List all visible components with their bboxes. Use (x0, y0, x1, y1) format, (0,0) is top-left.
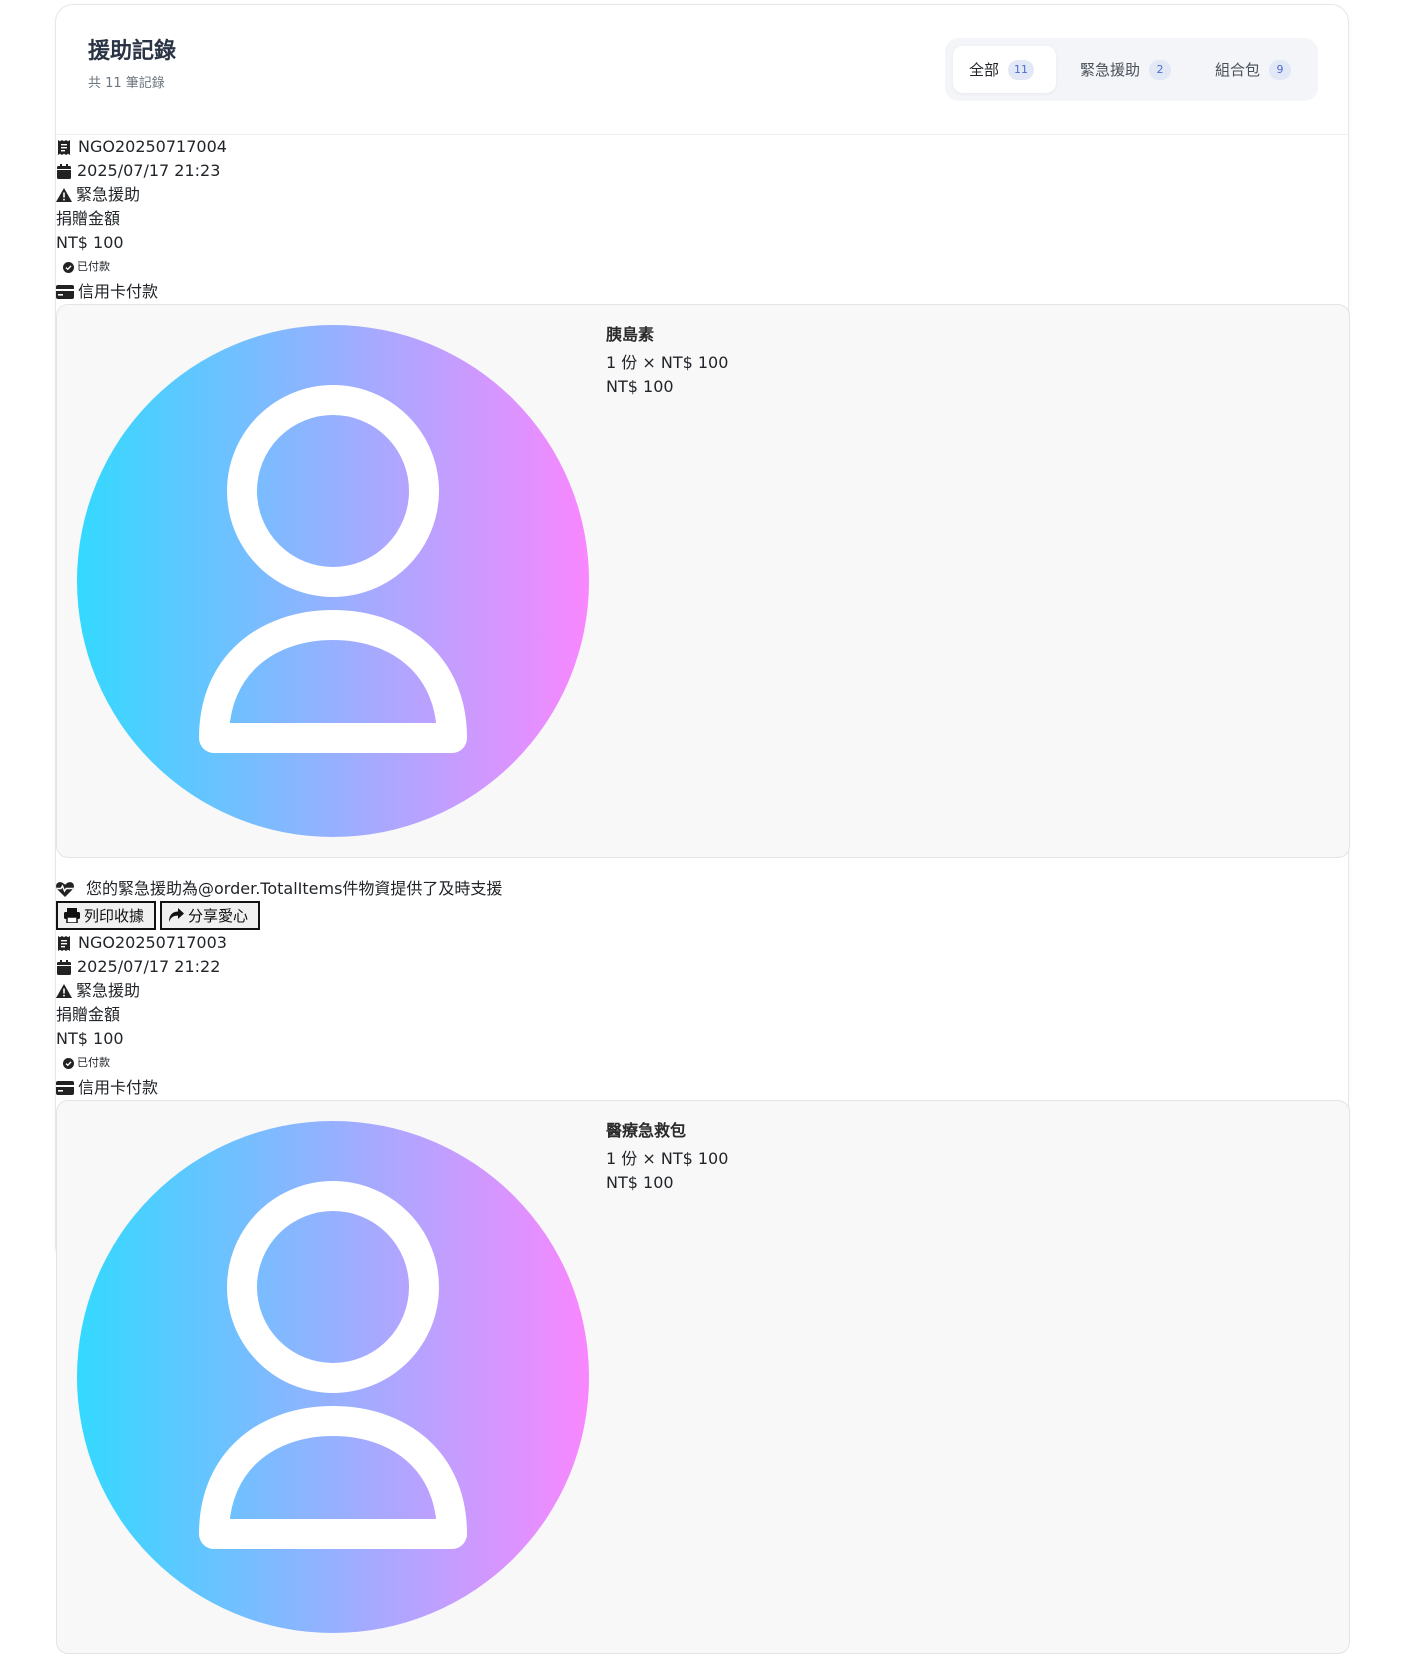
payment-status-text: 已付款 (77, 1056, 110, 1069)
warning-icon (56, 983, 72, 999)
payment-method: 信用卡付款 (56, 1076, 158, 1100)
thank-you-message: 您的緊急援助為@order.TotalItems件物資提供了及時支援 (56, 877, 502, 901)
tab-all-label: 全部 (969, 61, 1000, 79)
payment-method-text: 信用卡付款 (78, 1078, 159, 1097)
tab-bundle[interactable]: 組合包 9 (1199, 46, 1310, 93)
check-circle-icon (63, 1057, 74, 1069)
tab-emergency[interactable]: 緊急援助 2 (1064, 46, 1192, 93)
aid-type-text: 緊急援助 (76, 185, 141, 204)
thank-you-message-text: 您的緊急援助為@order.TotalItems件物資提供了及時支援 (86, 879, 503, 898)
order-datetime-text: 2025/07/17 21:22 (77, 957, 221, 976)
page-title: 援助記錄 (88, 39, 177, 64)
amount-value: NT$ 100 (56, 233, 124, 252)
check-circle-icon (63, 261, 74, 273)
order-number: NGO20250717004 (56, 135, 227, 159)
printer-icon (64, 908, 80, 923)
warning-icon (56, 187, 72, 203)
aid-type-text: 緊急援助 (76, 981, 141, 1000)
share-love-button[interactable]: 分享愛心 (160, 901, 260, 930)
receipt-icon (56, 139, 72, 155)
records-count: 共 11 筆記錄 (88, 76, 165, 91)
item-quantity: 1 份 × NT$ 100 (606, 353, 729, 372)
payment-status-text: 已付款 (77, 260, 110, 273)
amount-label: 捐贈金額 (56, 209, 121, 228)
heartbeat-icon (56, 881, 74, 897)
tab-emergency-label: 緊急援助 (1080, 61, 1141, 79)
tab-bundle-count: 9 (1269, 59, 1292, 80)
order-number-text: NGO20250717003 (78, 933, 227, 952)
item-total: NT$ 100 (606, 1173, 674, 1192)
user-avatar-icon (77, 1121, 589, 1633)
calendar-icon (56, 163, 72, 179)
tab-bundle-label: 組合包 (1215, 61, 1261, 79)
payment-status: 已付款 (63, 259, 110, 275)
credit-card-icon (56, 284, 74, 300)
aid-type: 緊急援助 (56, 979, 140, 1003)
share-icon (168, 908, 184, 923)
records-header: 援助記錄 共 11 筆記錄 全部 11 緊急援助 2 組合包 9 (56, 5, 1348, 135)
item-total: NT$ 100 (606, 377, 674, 396)
donation-item-card: 醫療急救包 1 份 × NT$ 100 NT$ 100 (56, 1100, 1350, 1654)
payment-method-text: 信用卡付款 (78, 282, 159, 301)
tab-all[interactable]: 全部 11 (953, 46, 1056, 93)
donation-records-card: 援助記錄 共 11 筆記錄 全部 11 緊急援助 2 組合包 9 NGO2025… (55, 4, 1350, 1654)
donation-item-card: 胰島素 1 份 × NT$ 100 NT$ 100 (56, 304, 1350, 858)
payment-status: 已付款 (63, 1055, 110, 1071)
item-quantity: 1 份 × NT$ 100 (606, 1149, 729, 1168)
order-datetime: 2025/07/17 21:22 (56, 955, 220, 979)
print-receipt-button[interactable]: 列印收據 (56, 901, 156, 930)
item-name: 胰島素 (606, 325, 655, 344)
filter-tabs: 全部 11 緊急援助 2 組合包 9 (945, 38, 1318, 101)
credit-card-icon (56, 1080, 74, 1096)
item-name: 醫療急救包 (606, 1121, 687, 1140)
payment-method: 信用卡付款 (56, 280, 158, 304)
order-number-text: NGO20250717004 (78, 137, 227, 156)
share-love-label: 分享愛心 (188, 907, 249, 925)
receipt-icon (56, 935, 72, 951)
aid-type: 緊急援助 (56, 183, 140, 207)
order-number: NGO20250717003 (56, 931, 227, 955)
order-datetime-text: 2025/07/17 21:23 (77, 161, 221, 180)
tab-emergency-count: 2 (1149, 59, 1172, 80)
print-receipt-label: 列印收據 (84, 907, 145, 925)
tab-all-count: 11 (1008, 59, 1035, 80)
amount-value: NT$ 100 (56, 1029, 124, 1048)
order-datetime: 2025/07/17 21:23 (56, 159, 220, 183)
amount-label: 捐贈金額 (56, 1005, 121, 1024)
user-avatar-icon (77, 325, 589, 837)
calendar-icon (56, 959, 72, 975)
